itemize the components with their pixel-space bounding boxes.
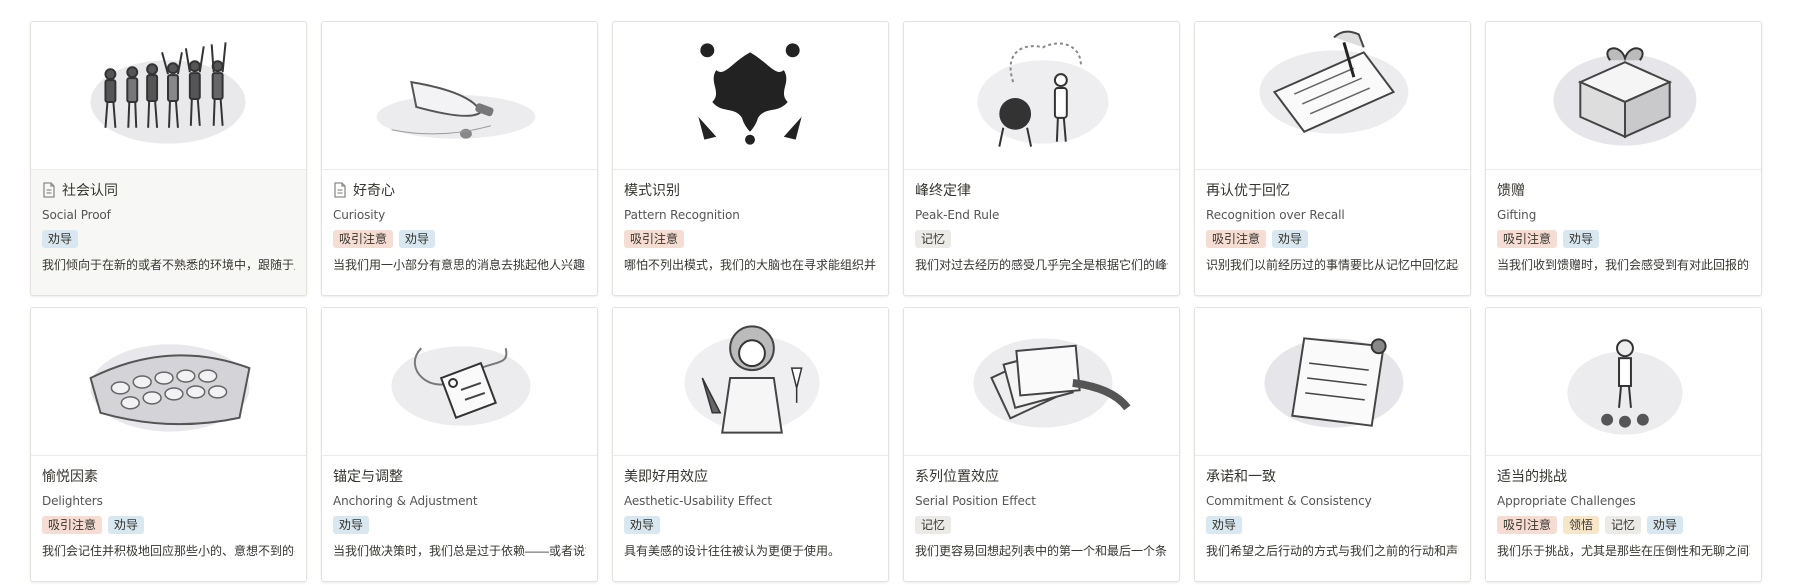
card-description: 当我们用一小部分有意思的消息去挑起他人兴趣时 (333, 258, 586, 272)
card-description: 我们倾向于在新的或者不熟悉的环境中，跟随于周 (42, 258, 295, 272)
card-tags: 记忆 (915, 230, 1168, 248)
card-tags: 吸引注意 劝导 (1497, 230, 1750, 248)
card-tags: 吸引注意 劝导 (1206, 230, 1459, 248)
card-subtitle: Peak-End Rule (915, 208, 1000, 222)
tag-badge: 记忆 (915, 516, 952, 534)
pinned-note-illustration (1195, 308, 1470, 456)
card-subtitle: Serial Position Effect (915, 494, 1036, 508)
tag-badge: 劝导 (333, 516, 370, 534)
card-description: 当我们做决策时，我们总是过于依赖——或者说锚 (333, 544, 586, 558)
card-title: 美即好用效应 (624, 468, 708, 484)
gallery-card[interactable]: 美即好用效应 Aesthetic-Usability Effect 劝导具有美感的设… (612, 307, 889, 582)
tag-badge: 吸引注意 (624, 230, 685, 248)
card-title: 峰终定律 (915, 182, 971, 198)
tag-badge: 吸引注意 (333, 230, 394, 248)
tag-badge: 劝导 (624, 516, 661, 534)
message-bottle-illustration (322, 22, 597, 170)
card-tags: 记忆 (915, 516, 1168, 534)
card-title: 再认优于回忆 (1206, 182, 1290, 198)
tag-badge: 劝导 (108, 516, 145, 534)
woman-toasting-illustration (613, 308, 888, 456)
gallery-card[interactable]: 适当的挑战 Appropriate Challenges 吸引注意 领悟 记忆 劝导我们乐… (1485, 307, 1762, 582)
tag-badge: 劝导 (1647, 516, 1684, 534)
card-subtitle: Gifting (1497, 208, 1537, 222)
card-description: 我们更容易回想起列表中的第一个和最后一个条目 (915, 544, 1168, 558)
gallery-card[interactable]: 再认优于回忆 Recognition over Recall 吸引注意 劝导识别我们以… (1194, 21, 1471, 296)
inkblot-illustration (613, 22, 888, 170)
card-tags: 劝导 (42, 230, 295, 248)
signing-document-illustration (1195, 22, 1470, 170)
card-description: 哪怕不列出模式，我们的大脑也在寻求能组织并简 (624, 258, 877, 272)
gallery-card[interactable]: 承诺和一致 Commitment & Consistency 劝导我们希望之后行动的… (1194, 307, 1471, 582)
juggler-illustration (1486, 308, 1761, 456)
card-tags: 劝导 (1206, 516, 1459, 534)
gallery-card[interactable]: 愉悦因素 Delighters 吸引注意 劝导我们会记住并积极地回应那些小的、意想不到… (30, 307, 307, 582)
card-title: 锚定与调整 (333, 468, 403, 484)
gallery-view: 社会认同 Social Proof 劝导 我们倾向于在新的或者不熟悉的环境中，跟随于周… (0, 0, 1793, 585)
page-icon (333, 182, 347, 198)
card-subtitle: Appropriate Challenges (1497, 494, 1636, 508)
resume-cards-illustration (904, 308, 1179, 456)
tag-badge: 劝导 (1206, 516, 1243, 534)
tag-badge: 吸引注意 (1497, 230, 1558, 248)
card-subtitle: Anchoring & Adjustment (333, 494, 478, 508)
card-title: 愉悦因素 (42, 468, 98, 484)
crowd-cheering-illustration (31, 22, 306, 170)
card-subtitle: Curiosity (333, 208, 386, 222)
gallery-card[interactable]: 社会认同 Social Proof 劝导我们倾向于在新的或者不熟悉的环境中，跟随于周 (30, 21, 307, 296)
gift-box-illustration (1486, 22, 1761, 170)
card-title: 馈赠 (1497, 182, 1525, 198)
gallery-card[interactable]: 锚定与调整 Anchoring & Adjustment 劝导当我们做决策时，我们总… (321, 307, 598, 582)
card-title: 适当的挑战 (1497, 468, 1567, 484)
card-tags: 吸引注意 领悟 记忆 劝导 (1497, 516, 1750, 534)
tag-badge: 劝导 (1563, 230, 1600, 248)
tag-badge: 记忆 (1605, 516, 1642, 534)
gallery-card[interactable]: 峰终定律 Peak-End Rule 记忆我们对过去经历的感受几乎完全是根据它们的峰… (903, 21, 1180, 296)
card-subtitle: Aesthetic-Usability Effect (624, 494, 773, 508)
card-subtitle: Social Proof (42, 208, 111, 222)
tag-badge: 吸引注意 (1206, 230, 1267, 248)
card-description: 当我们收到馈赠时，我们会感受到有对此回报的需 (1497, 258, 1750, 272)
sale-tag-illustration (322, 308, 597, 456)
card-description: 识别我们以前经历过的事情要比从记忆中回忆起来 (1206, 258, 1459, 272)
tag-badge: 记忆 (915, 230, 952, 248)
card-subtitle: Recognition over Recall (1206, 208, 1345, 222)
card-tags: 吸引注意 劝导 (42, 516, 295, 534)
page-icon (42, 182, 56, 198)
card-subtitle: Commitment & Consistency (1206, 494, 1372, 508)
card-tags: 劝导 (333, 516, 586, 534)
tag-badge: 吸引注意 (1497, 516, 1558, 534)
card-tags: 吸引注意 劝导 (333, 230, 586, 248)
card-description: 我们会记住并积极地回应那些小的、意想不到的并 (42, 544, 295, 558)
tag-badge: 吸引注意 (42, 516, 103, 534)
tag-badge: 劝导 (399, 230, 436, 248)
card-description: 具有美感的设计往往被认为更便于使用。 (624, 544, 841, 558)
gallery-card[interactable]: 馈赠 Gifting 吸引注意 劝导当我们收到馈赠时，我们会感受到有对此回报的需 (1485, 21, 1762, 296)
card-subtitle: Pattern Recognition (624, 208, 740, 222)
card-title: 社会认同 (62, 182, 118, 198)
bubble-wrap-illustration (31, 308, 306, 456)
gallery-card[interactable]: 系列位置效应 Serial Position Effect 记忆我们更容易回想起列表… (903, 307, 1180, 582)
card-grid: 社会认同 Social Proof 劝导 我们倾向于在新的或者不熟悉的环境中，跟随于周… (30, 21, 1762, 582)
tag-badge: 劝导 (42, 230, 79, 248)
card-description: 我们乐于挑战，尤其是那些在压倒性和无聊之间取 (1497, 544, 1750, 558)
card-subtitle: Delighters (42, 494, 103, 508)
card-description: 我们希望之后行动的方式与我们之前的行动和声明 (1206, 544, 1459, 558)
card-title: 系列位置效应 (915, 468, 999, 484)
card-title: 好奇心 (353, 182, 395, 198)
gallery-card[interactable]: 好奇心 Curiosity 吸引注意 劝导当我们用一小部分有意思的消息去挑起他人兴趣时 (321, 21, 598, 296)
card-tags: 劝导 (624, 516, 877, 534)
tag-badge: 劝导 (1272, 230, 1309, 248)
card-title: 模式识别 (624, 182, 680, 198)
card-title: 承诺和一致 (1206, 468, 1276, 484)
chef-cooking-illustration (904, 22, 1179, 170)
card-tags: 吸引注意 (624, 230, 877, 248)
tag-badge: 领悟 (1563, 516, 1600, 534)
gallery-card[interactable]: 模式识别 Pattern Recognition 吸引注意哪怕不列出模式，我们的大脑… (612, 21, 889, 296)
card-description: 我们对过去经历的感受几乎完全是根据它们的峰值 (915, 258, 1168, 272)
